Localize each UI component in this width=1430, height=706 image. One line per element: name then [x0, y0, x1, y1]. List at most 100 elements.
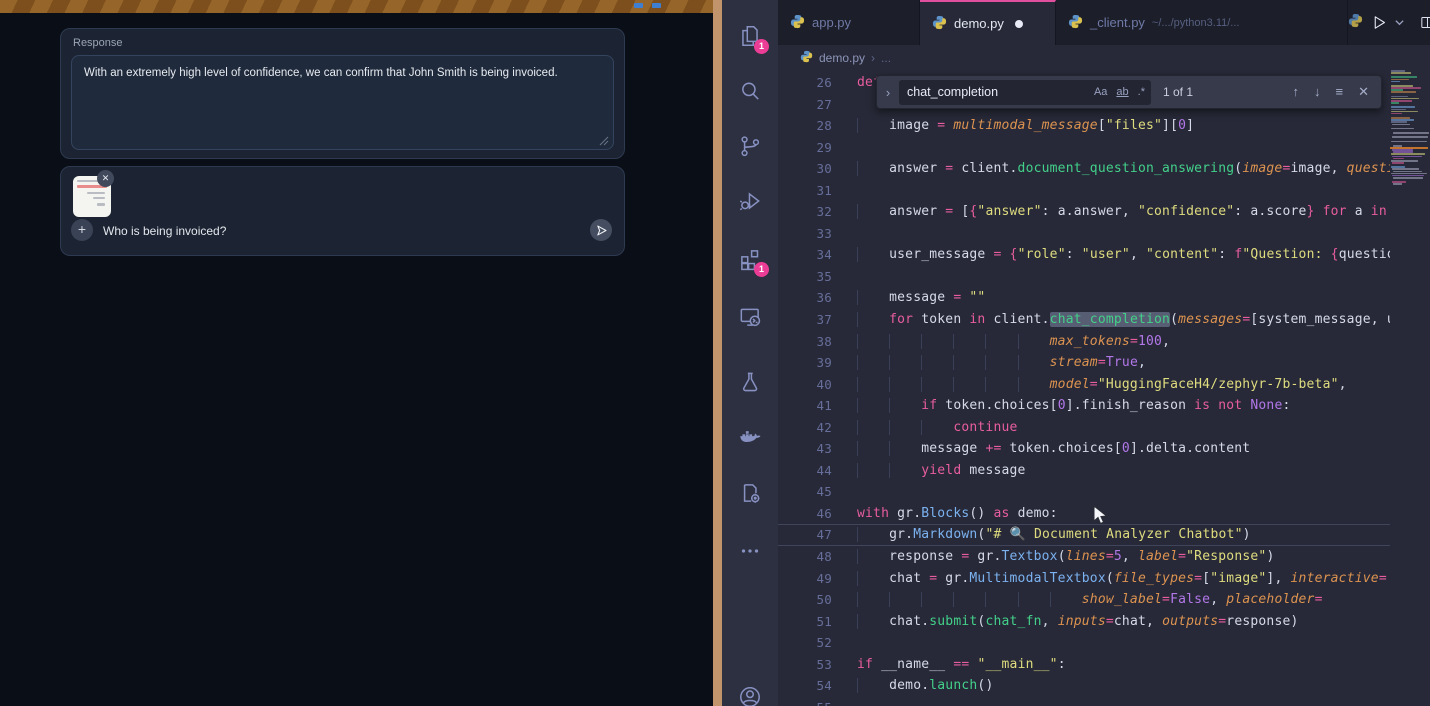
find-in-selection-icon[interactable]: ≡: [1336, 84, 1344, 100]
code-line-52[interactable]: 52: [778, 632, 1390, 654]
tab-demo.py[interactable]: demo.py: [920, 0, 1056, 45]
line-number: 36: [778, 287, 832, 309]
code-line-44[interactable]: 44 yield message: [778, 460, 1390, 482]
minimap[interactable]: [1390, 70, 1430, 706]
find-input[interactable]: chat_completion Aa ab .*: [899, 80, 1151, 105]
code-line-41[interactable]: 41 if token.choices[0].finish_reason is …: [778, 395, 1390, 417]
activity-source-control-icon[interactable]: [737, 133, 763, 159]
code-line-45[interactable]: 45: [778, 481, 1390, 503]
chat-input-text[interactable]: Who is being invoiced?: [103, 224, 226, 238]
code-line-53[interactable]: 53if __name__ == "__main__":: [778, 654, 1390, 676]
find-query[interactable]: chat_completion: [907, 85, 1085, 99]
line-number: 52: [778, 632, 832, 654]
code-line-54[interactable]: 54 demo.launch(): [778, 675, 1390, 697]
run-dropdown-chevron-icon[interactable]: [1394, 17, 1405, 28]
tab-bar: app.py demo.py _client.py ~/.../python3.11/…: [778, 0, 1430, 45]
activity-more-icon[interactable]: [737, 538, 763, 564]
code-line-39[interactable]: 39 stream=True,: [778, 352, 1390, 374]
run-python-file-icon[interactable]: [1371, 14, 1388, 31]
python-file-icon: [932, 15, 947, 33]
match-case-icon[interactable]: Aa: [1094, 86, 1107, 98]
activity-docker-icon[interactable]: [737, 424, 763, 450]
code-line-text: [832, 266, 857, 288]
window-top-stripe: [0, 0, 713, 13]
code-line-text: if __name__ == "__main__":: [832, 654, 1066, 676]
gradio-app-pane: Response With an extremely high level of…: [0, 0, 713, 706]
tab-label: app.py: [812, 15, 851, 30]
activity-badge: 1: [754, 262, 769, 277]
resize-handle-icon[interactable]: [599, 136, 609, 146]
find-results-count: 1 of 1: [1163, 85, 1193, 99]
line-number: 44: [778, 460, 832, 482]
modified-dot-icon: [1015, 20, 1023, 28]
whole-word-icon[interactable]: ab: [1116, 86, 1128, 98]
code-line-48[interactable]: 48 response = gr.Textbox(lines=5, label=…: [778, 546, 1390, 568]
line-number: 28: [778, 115, 832, 137]
code-line-34[interactable]: 34 user_message = {"role": "user", "cont…: [778, 244, 1390, 266]
code-line-40[interactable]: 40 model="HuggingFaceH4/zephyr-7b-beta",: [778, 374, 1390, 396]
code-line-text: [832, 632, 857, 654]
response-block: Response With an extremely high level of…: [60, 28, 625, 159]
code-line-text: continue: [832, 417, 1018, 439]
code-line-55[interactable]: 55: [778, 697, 1390, 706]
code-line-text: answer = [{"answer": a.answer, "confiden…: [832, 201, 1387, 223]
code-line-28[interactable]: 28 image = multimodal_message["files"][0…: [778, 115, 1390, 137]
attachment-close-icon[interactable]: ✕: [97, 170, 114, 187]
line-number: 49: [778, 568, 832, 590]
send-button[interactable]: [590, 219, 612, 241]
regex-icon[interactable]: .*: [1138, 86, 1145, 98]
line-number: 26: [778, 72, 832, 94]
python-file-icon: [790, 14, 805, 32]
activity-test-flask-icon[interactable]: [737, 369, 763, 395]
code-line-32[interactable]: 32 answer = [{"answer": a.answer, "confi…: [778, 201, 1390, 223]
activity-account-icon[interactable]: [737, 684, 763, 706]
response-textarea[interactable]: With an extremely high level of confiden…: [71, 55, 614, 150]
activity-extensions-icon[interactable]: 1: [737, 246, 763, 272]
code-line-33[interactable]: 33: [778, 223, 1390, 245]
code-line-text: show_label=False, placeholder=: [832, 589, 1323, 611]
tab-_client.py[interactable]: _client.py ~/.../python3.11/...: [1056, 0, 1348, 45]
code-line-35[interactable]: 35: [778, 266, 1390, 288]
breadcrumb-rest[interactable]: ...: [881, 51, 891, 65]
code-line-36[interactable]: 36 message = "": [778, 287, 1390, 309]
add-file-button[interactable]: +: [71, 219, 93, 241]
code-line-37[interactable]: 37 for token in client.chat_completion(m…: [778, 309, 1390, 331]
tab-label: _client.py: [1090, 15, 1145, 30]
activity-files-icon[interactable]: 1: [737, 23, 763, 49]
code-line-47[interactable]: 47 gr.Markdown("# 🔍 Document Analyzer Ch…: [778, 524, 1390, 546]
code-line-43[interactable]: 43 message += token.choices[0].delta.con…: [778, 438, 1390, 460]
code-line-51[interactable]: 51 chat.submit(chat_fn, inputs=chat, out…: [778, 611, 1390, 633]
find-collapse-icon[interactable]: ›: [877, 85, 899, 100]
code-line-30[interactable]: 30 answer = client.document_question_ans…: [778, 158, 1390, 180]
code-editor[interactable]: 26def chat_fn(multimodal_message):2728 i…: [778, 70, 1430, 706]
find-previous-icon[interactable]: ↑: [1293, 84, 1300, 100]
line-number: 46: [778, 503, 832, 525]
code-line-49[interactable]: 49 chat = gr.MultimodalTextbox(file_type…: [778, 568, 1390, 590]
line-number: 42: [778, 417, 832, 439]
tab-app.py[interactable]: app.py: [778, 0, 920, 45]
activity-run-config-icon[interactable]: [737, 480, 763, 506]
code-line-29[interactable]: 29: [778, 137, 1390, 159]
window-divider[interactable]: [713, 0, 722, 706]
line-number: 48: [778, 546, 832, 568]
activity-remote-explorer-icon[interactable]: [737, 304, 763, 330]
code-line-31[interactable]: 31: [778, 180, 1390, 202]
breadcrumb-file[interactable]: demo.py: [819, 51, 865, 65]
activity-search-icon[interactable]: [737, 78, 763, 104]
send-icon: [595, 224, 608, 237]
code-line-46[interactable]: 46with gr.Blocks() as demo:: [778, 503, 1390, 525]
code-line-text: message = "": [832, 287, 985, 309]
vscode-window: 11 app.pydemo.py_client.py~/.../python3.…: [722, 0, 1430, 706]
code-line-42[interactable]: 42 continue: [778, 417, 1390, 439]
tab-description: ~/.../python3.11/...: [1152, 17, 1240, 29]
code-line-38[interactable]: 38 max_tokens=100,: [778, 331, 1390, 353]
breadcrumb[interactable]: demo.py › ...: [778, 45, 1430, 70]
code-line-text: [832, 180, 857, 202]
split-editor-icon[interactable]: [1419, 14, 1430, 31]
code-line-text: user_message = {"role": "user", "content…: [832, 244, 1390, 266]
find-next-icon[interactable]: ↓: [1314, 84, 1321, 100]
code-line-50[interactable]: 50 show_label=False, placeholder=: [778, 589, 1390, 611]
line-number: 33: [778, 223, 832, 245]
find-close-icon[interactable]: ✕: [1358, 84, 1369, 100]
activity-run-debug-icon[interactable]: [737, 188, 763, 214]
